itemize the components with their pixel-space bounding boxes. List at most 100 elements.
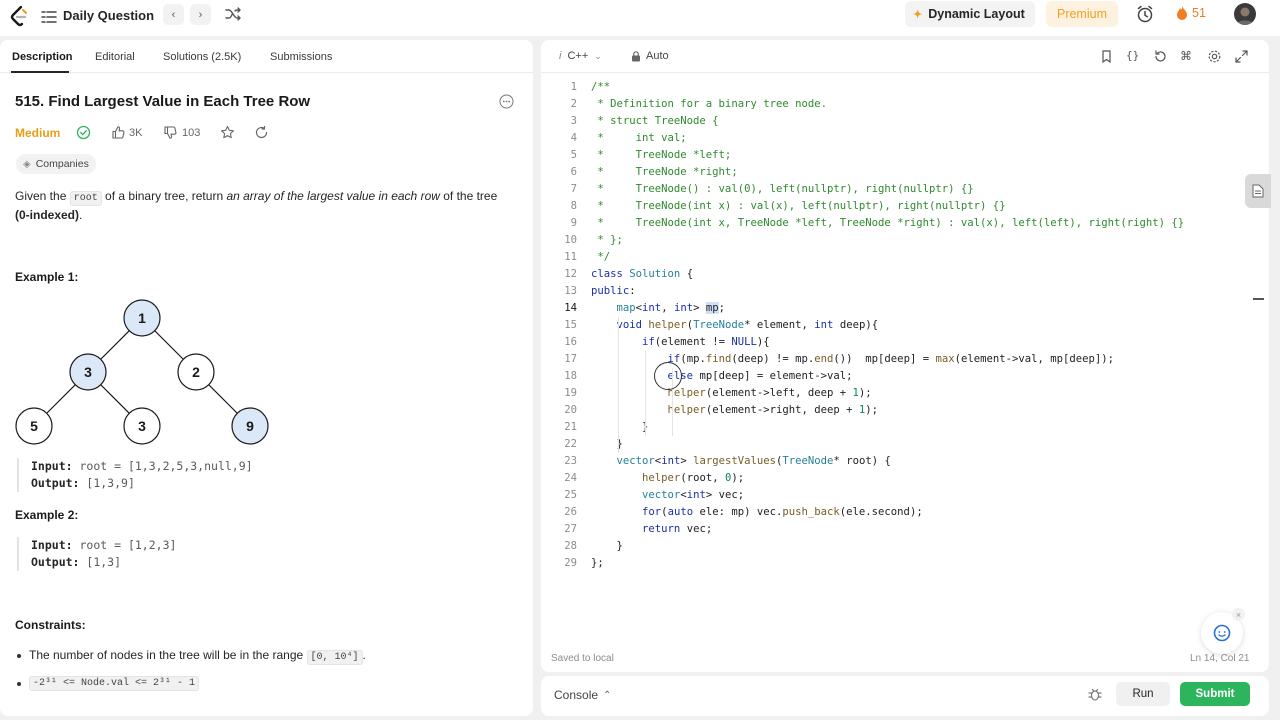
example-1-heading: Example 1: [15,270,79,284]
debug-icon[interactable] [1087,686,1103,702]
example-2-heading: Example 2: [15,508,79,522]
avatar[interactable] [1234,3,1256,25]
run-button[interactable]: Run [1116,682,1170,706]
cursor-position: Ln 14, Col 21 [1190,653,1250,664]
code-line[interactable]: 26 for(auto ele: mp) vec.push_back(ele.s… [541,504,1269,521]
problem-list-title[interactable]: Daily Question [63,7,154,25]
code-text[interactable]: */ [591,249,610,266]
code-text[interactable]: * TreeNode *right; [591,164,737,181]
code-text[interactable]: void helper(TreeNode* element, int deep)… [591,317,879,334]
code-text[interactable]: return vec; [591,521,712,538]
code-line[interactable]: 4 * int val; [541,130,1269,147]
code-text[interactable]: vector<int> vec; [591,487,744,504]
code-line[interactable]: 17 if(mp.find(deep) != mp.end()) mp[deep… [541,351,1269,368]
code-text[interactable]: map<int, int> mp; [591,300,725,317]
shortcuts-icon[interactable]: ⌘ [1180,49,1195,64]
code-text[interactable]: * TreeNode(int x, TreeNode *left, TreeNo… [591,215,1184,232]
code-text[interactable]: for(auto ele: mp) vec.push_back(ele.seco… [591,504,923,521]
console-toggle[interactable]: Console ⌃ [554,688,611,702]
problem-title: 515. Find Largest Value in Each Tree Row [15,93,311,110]
code-line[interactable]: 21 } [541,419,1269,436]
code-text[interactable]: * TreeNode(int x) : val(x), left(nullptr… [591,198,1005,215]
code-text[interactable]: * Definition for a binary tree node. [591,96,827,113]
thumbs-up-icon[interactable] [111,125,126,140]
code-text[interactable]: }; [591,555,604,572]
thumbs-down-icon[interactable] [163,125,178,140]
code-text[interactable]: else mp[deep] = element->val; [591,368,853,385]
next-question-button[interactable]: › [190,4,211,25]
code-line[interactable]: 28 } [541,538,1269,555]
format-braces-icon[interactable]: {} [1126,49,1141,64]
premium-button[interactable]: Premium [1046,1,1118,27]
companies-tag[interactable]: ◈ Companies [16,154,96,174]
code-text[interactable]: } [591,538,623,555]
code-line[interactable]: 20 helper(element->right, deep + 1); [541,402,1269,419]
side-document-tab[interactable] [1245,174,1271,208]
dynamic-layout-button[interactable]: ✦ Dynamic Layout [905,1,1035,27]
line-number: 1 [570,81,577,93]
code-line[interactable]: 29}; [541,555,1269,572]
clock-icon[interactable] [1135,4,1155,24]
logo-icon[interactable] [9,5,29,29]
code-line[interactable]: 15 void helper(TreeNode* element, int de… [541,317,1269,334]
code-text[interactable]: * }; [591,232,623,249]
code-text[interactable]: class Solution { [591,266,693,283]
bookmark-icon[interactable] [1099,49,1114,64]
line-number: 17 [564,353,577,365]
description-panel: Description Editorial Solutions (2.5K) S… [0,40,533,716]
code-line[interactable]: 18 else mp[deep] = element->val; [541,368,1269,385]
code-line[interactable]: 7 * TreeNode() : val(0), left(nullptr), … [541,181,1269,198]
code-text[interactable]: * TreeNode *left; [591,147,731,164]
tag-icon: ◈ [23,158,31,170]
share-icon[interactable] [254,125,269,140]
chevron-up-icon: ⌃ [603,689,612,701]
code-line[interactable]: 22 } [541,436,1269,453]
code-line[interactable]: 2 * Definition for a binary tree node. [541,96,1269,113]
tab-solutions[interactable]: Solutions (2.5K) [163,50,241,64]
language-select[interactable]: i C++ ⌄ [559,50,602,62]
settings-icon[interactable] [1207,49,1222,64]
line-number: 6 [570,166,577,178]
star-icon[interactable] [220,125,235,140]
code-text[interactable]: public: [591,283,636,300]
code-text[interactable]: helper(root, 0); [591,470,744,487]
code-line[interactable]: 14 map<int, int> mp; [541,300,1269,317]
code-text[interactable]: helper(element->left, deep + 1); [591,385,872,402]
code-line[interactable]: 23 vector<int> largestValues(TreeNode* r… [541,453,1269,470]
code-text[interactable]: } [591,419,648,436]
code-line[interactable]: 27 return vec; [541,521,1269,538]
code-text[interactable]: * TreeNode() : val(0), left(nullptr), ri… [591,181,973,198]
tab-description[interactable]: Description [12,50,73,64]
code-text[interactable]: * struct TreeNode { [591,113,718,130]
reset-icon[interactable] [1153,49,1168,64]
code-line[interactable]: 10 * }; [541,232,1269,249]
code-line[interactable]: 16 if(element != NULL){ [541,334,1269,351]
code-text[interactable]: vector<int> largestValues(TreeNode* root… [591,453,891,470]
code-line[interactable]: 5 * TreeNode *left; [541,147,1269,164]
code-line[interactable]: 11 */ [541,249,1269,266]
submit-button[interactable]: Submit [1180,682,1250,706]
more-options-icon[interactable] [499,94,514,109]
code-line[interactable]: 1 /** [541,79,1269,96]
tab-submissions[interactable]: Submissions [270,50,332,64]
code-line[interactable]: 3 * struct TreeNode { [541,113,1269,130]
code-line[interactable]: 24 helper(root, 0); [541,470,1269,487]
code-line[interactable]: 9 * TreeNode(int x, TreeNode *left, Tree… [541,215,1269,232]
code-line[interactable]: 12 class Solution { [541,266,1269,283]
code-line[interactable]: 6 * TreeNode *right; [541,164,1269,181]
expand-icon[interactable] [1234,49,1249,64]
prev-question-button[interactable]: ‹ [163,4,184,25]
code-line[interactable]: 8 * TreeNode(int x) : val(x), left(nullp… [541,198,1269,215]
auto-mode-toggle[interactable]: Auto [631,50,669,62]
code-text[interactable]: /** [591,79,610,96]
shuffle-icon[interactable] [224,5,242,23]
close-icon[interactable]: × [1232,608,1245,621]
code-text[interactable]: helper(element->right, deep + 1); [591,402,879,419]
streak-counter[interactable]: 51 [1176,6,1206,20]
code-line[interactable]: 13 public: [541,283,1269,300]
code-text[interactable]: * int val; [591,130,686,147]
tab-editorial[interactable]: Editorial [95,50,135,64]
code-line[interactable]: 19 helper(element->left, deep + 1); [541,385,1269,402]
code-line[interactable]: 25 vector<int> vec; [541,487,1269,504]
list-icon[interactable] [40,8,58,26]
